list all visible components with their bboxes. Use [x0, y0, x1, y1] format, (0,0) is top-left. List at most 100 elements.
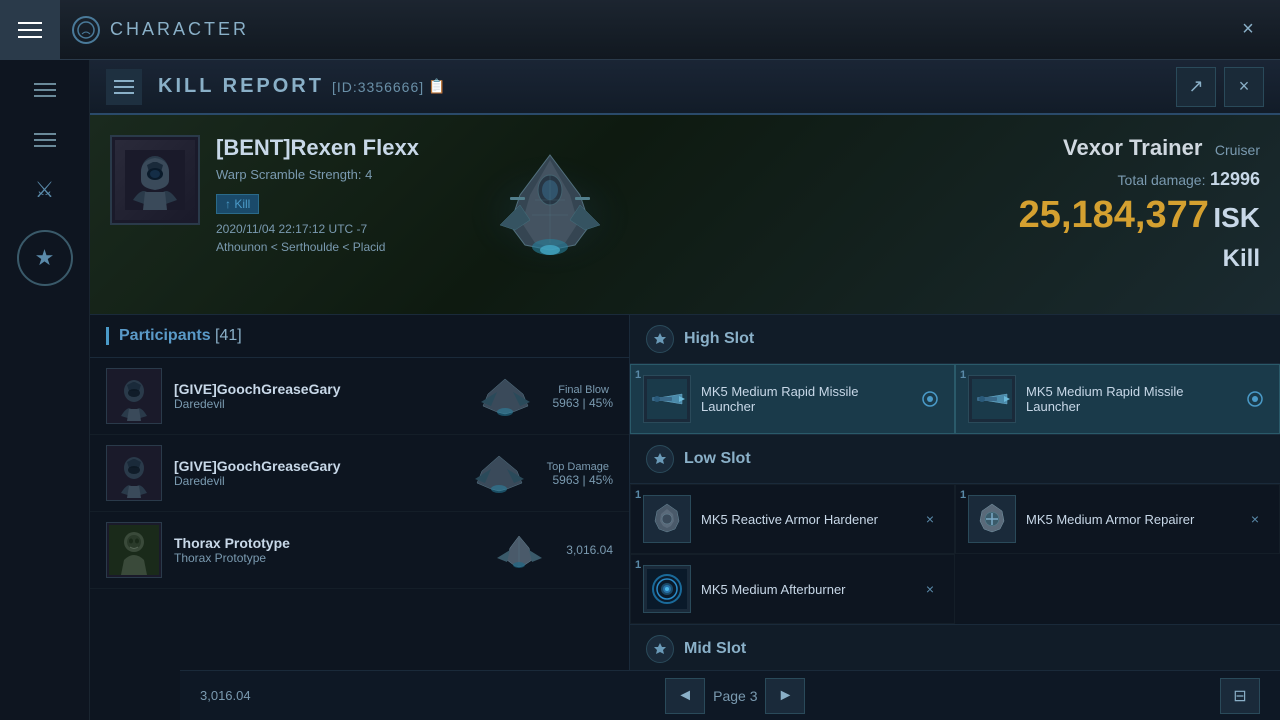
ship-svg — [450, 135, 650, 295]
slot-item-num: 1 — [635, 489, 641, 501]
participant-item[interactable]: [GIVE]GoochGreaseGary Daredevil Top Dama… — [90, 435, 629, 512]
fit-panel: High Slot 1 — [630, 315, 1280, 720]
participant-2-avatar — [106, 445, 162, 501]
mid-slot-header: Mid Slot — [630, 625, 1280, 674]
participant-1-name: [GIVE]GoochGreaseGary — [174, 381, 458, 397]
next-page-button[interactable]: ► — [765, 678, 805, 714]
low-slot-header: Low Slot — [630, 435, 1280, 484]
high-slot-item-1[interactable]: 1 MK5 Medium Rapid Missile Launcher — [630, 364, 955, 434]
kill-report-title: KILL REPORT — [158, 75, 324, 98]
avatar-placeholder — [115, 140, 195, 220]
sidebar-lines-button[interactable] — [17, 120, 73, 160]
ship-class: Cruiser — [1215, 142, 1260, 158]
participant-1-ship: Daredevil — [174, 397, 458, 411]
separator-bar — [106, 327, 109, 345]
slot-item-num: 1 — [960, 489, 966, 501]
lines-icon — [34, 133, 56, 147]
kill-report-header: KILL REPORT [ID:3356666] 📋 ↗ × — [90, 60, 1280, 115]
participant-3-ship: Thorax Prototype — [174, 551, 472, 565]
high-slot-icon — [646, 325, 674, 353]
participants-title: Participants — [119, 327, 211, 345]
high-slot-header: High Slot — [630, 315, 1280, 364]
filter-button[interactable]: ⊟ — [1220, 678, 1260, 714]
high-slot-title: High Slot — [684, 330, 754, 348]
kill-result: Kill — [1019, 245, 1260, 273]
close-report-button[interactable]: × — [1224, 67, 1264, 107]
low-slot-items: 1 MK5 Reactive Armor Hardener × — [630, 484, 1280, 624]
participant-3-details: Thorax Prototype Thorax Prototype — [174, 535, 472, 565]
prev-page-button[interactable]: ◄ — [665, 678, 705, 714]
low-slot-2-icon — [968, 495, 1016, 543]
sidebar-combat-button[interactable]: ⚔ — [25, 170, 65, 210]
clipboard-icon: 📋 — [428, 78, 445, 95]
hamburger-button[interactable] — [0, 0, 60, 60]
kill-report-actions: ↗ × — [1176, 67, 1264, 107]
low-slot-1-icon — [643, 495, 691, 543]
participant-3-ship-img — [484, 525, 554, 575]
swords-icon: ⚔ — [35, 177, 55, 203]
external-link-button[interactable]: ↗ — [1176, 67, 1216, 107]
isk-bottom-value: 3,016.04 — [200, 688, 251, 703]
high-slot-1-action[interactable] — [918, 387, 942, 411]
participants-header: Participants [41] — [90, 315, 629, 358]
high-slot-section: High Slot 1 — [630, 315, 1280, 435]
low-slot-item-1[interactable]: 1 MK5 Reactive Armor Hardener × — [630, 484, 955, 554]
participant-3-name: Thorax Prototype — [174, 535, 472, 551]
isk-label: ISK — [1213, 202, 1260, 233]
low-slot-1-action[interactable]: × — [918, 507, 942, 531]
participant-2-ship-img — [465, 448, 535, 498]
low-slot-item-3[interactable]: 1 MK5 Medium Afterburner — [630, 554, 955, 624]
character-icon — [72, 16, 100, 44]
participant-1-stats: Final Blow 5963 | 45% — [552, 382, 613, 410]
participants-count: [41] — [215, 327, 242, 345]
kill-info-section: [BENT]Rexen Flexx Warp Scramble Strength… — [90, 115, 1280, 315]
participant-2-name: [GIVE]GoochGreaseGary — [174, 458, 453, 474]
participant-2-ship: Daredevil — [174, 474, 453, 488]
isk-line: 25,184,377 ISK — [1019, 194, 1260, 237]
sidebar-star-button[interactable]: ★ — [17, 230, 73, 286]
slot-item-num: 1 — [960, 369, 966, 381]
kill-report-menu-button[interactable] — [106, 69, 142, 105]
bottom-bar: 3,016.04 ◄ Page 3 ► ⊟ — [180, 670, 1280, 720]
main-content: KILL REPORT [ID:3356666] 📋 ↗ × — [90, 60, 1280, 720]
left-sidebar: ⚔ ★ — [0, 60, 90, 720]
victim-avatar — [110, 135, 200, 225]
top-bar-close-button[interactable]: × — [1232, 14, 1264, 46]
low-slot-section: Low Slot 1 MK5 Reactive — [630, 435, 1280, 625]
isk-value: 25,184,377 — [1019, 194, 1209, 236]
kill-badge: ↑ Kill — [216, 194, 259, 214]
low-slot-3-name: MK5 Medium Afterburner — [701, 582, 908, 597]
low-slot-item-2[interactable]: 1 MK5 Medium Armor Repairer × — [955, 484, 1280, 554]
menu-icon — [34, 83, 56, 97]
ship-type: Vexor Trainer — [1063, 135, 1202, 160]
high-slot-1-icon — [643, 375, 691, 423]
low-slot-2-name: MK5 Medium Armor Repairer — [1026, 512, 1233, 527]
high-slot-items: 1 MK5 Medium Rapid Missile Launcher — [630, 364, 1280, 434]
high-slot-1-name: MK5 Medium Rapid Missile Launcher — [701, 384, 908, 414]
high-slot-item-2[interactable]: 1 MK5 Medium Rapid Missile Launcher — [955, 364, 1280, 434]
slot-item-num: 1 — [635, 559, 641, 571]
low-slot-2-action[interactable]: × — [1243, 507, 1267, 531]
participant-2-details: [GIVE]GoochGreaseGary Daredevil — [174, 458, 453, 488]
participant-item[interactable]: Thorax Prototype Thorax Prototype 3,016.… — [90, 512, 629, 589]
participant-2-stats: Top Damage 5963 | 45% — [547, 459, 613, 487]
high-slot-2-icon — [968, 375, 1016, 423]
ship-image — [440, 125, 660, 305]
participant-item[interactable]: [GIVE]GoochGreaseGary Daredevil Final Bl… — [90, 358, 629, 435]
participant-1-ship-img — [470, 371, 540, 421]
total-damage-value: 12996 — [1210, 169, 1260, 189]
total-damage-label: Total damage: — [1118, 172, 1206, 188]
ship-type-line: Vexor Trainer Cruiser — [1019, 135, 1260, 161]
sidebar-menu-button[interactable] — [17, 70, 73, 110]
participant-2-label: Top Damage — [547, 459, 613, 473]
slot-item-num: 1 — [635, 369, 641, 381]
low-slot-3-action[interactable]: × — [918, 577, 942, 601]
participant-3-stats: 3,016.04 — [566, 543, 613, 557]
high-slot-2-name: MK5 Medium Rapid Missile Launcher — [1026, 384, 1233, 414]
participant-3-avatar — [106, 522, 162, 578]
kill-badge-text: ↑ Kill — [225, 197, 250, 211]
high-slot-2-action[interactable] — [1243, 387, 1267, 411]
page-info: Page 3 — [713, 688, 757, 704]
low-slot-3-icon — [643, 565, 691, 613]
star-icon: ★ — [35, 245, 55, 271]
